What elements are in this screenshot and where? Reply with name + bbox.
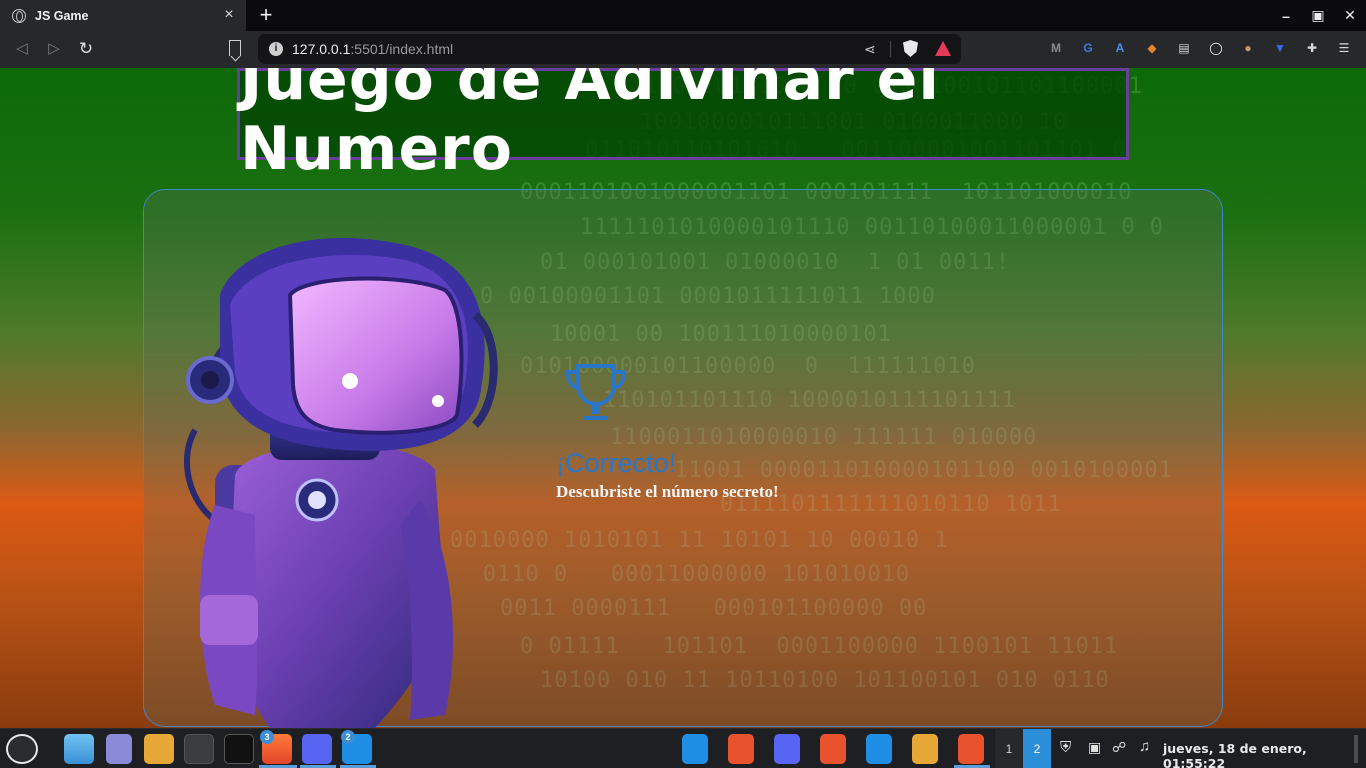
site-info-icon[interactable]: i (269, 42, 283, 56)
bookmark-icon[interactable] (229, 40, 241, 56)
result-panel: ¡Correcto! Descubriste el número secreto… (556, 360, 976, 510)
clipboard-tray-icon[interactable]: ▣ (1088, 739, 1101, 756)
profile-icon[interactable]: ◯ (1205, 37, 1227, 59)
shield-tray-icon[interactable]: ⛨ (1060, 739, 1071, 756)
discord-window[interactable] (774, 734, 800, 764)
system-taskbar: 3 2 1 2 ⛨ ▣ ☍ ♫ jueves, 18 de enero, 01:… (0, 728, 1366, 768)
url-text[interactable]: 127.0.0.1:5501/index.html (292, 41, 453, 57)
astronaut-illustration (184, 238, 498, 728)
calculator-icon[interactable] (184, 734, 214, 764)
sound-tray-icon[interactable]: ♫ (1139, 738, 1150, 755)
text-editor-icon[interactable] (106, 734, 132, 764)
window-controls: – ▣ ✕ (1270, 0, 1366, 31)
translate-icon[interactable]: G (1077, 37, 1099, 59)
discord-taskbar-icon[interactable] (302, 734, 332, 764)
close-window-button[interactable]: ✕ (1334, 7, 1366, 24)
globe-icon (12, 8, 26, 23)
metamask-m-icon[interactable]: M (1045, 37, 1067, 59)
minimize-button[interactable]: – (1270, 8, 1302, 24)
result-title: ¡Correcto! (556, 448, 677, 478)
reader-icon[interactable]: ▤ (1173, 37, 1195, 59)
clock[interactable]: jueves, 18 de enero, 01:55:22 (1163, 741, 1366, 768)
address-separator (890, 41, 891, 57)
brave-rewards-icon[interactable] (935, 41, 951, 56)
bitwarden-icon[interactable]: ▼ (1269, 37, 1291, 59)
browser-tab-active[interactable]: JS Game × (0, 0, 246, 31)
forward-button[interactable]: ▷ (44, 39, 64, 59)
reload-button[interactable]: ↻ (76, 39, 96, 59)
puzzle-icon[interactable]: ✚ (1301, 37, 1323, 59)
page-title-box: Juego de Adivinar el Numero (237, 68, 1129, 184)
workspace-2[interactable]: 2 (1023, 729, 1051, 768)
brave-window-1[interactable] (728, 734, 754, 764)
url-path: :5501/index.html (350, 41, 454, 57)
terminal-icon[interactable] (224, 734, 254, 764)
share-icon[interactable]: ⋖ (864, 41, 876, 58)
address-bar[interactable]: i 127.0.0.1:5501/index.html ⋖ (258, 34, 961, 64)
files-window[interactable] (912, 734, 938, 764)
mint-menu-icon[interactable] (6, 734, 38, 764)
vscode-badge: 2 (341, 730, 355, 744)
file-manager-icon[interactable] (144, 734, 174, 764)
vscode-window-1[interactable] (682, 734, 708, 764)
show-desktop-icon[interactable] (64, 734, 94, 764)
brave-badge: 3 (260, 730, 274, 744)
translate-alt-icon[interactable]: A (1109, 37, 1131, 59)
back-button[interactable]: ◁ (12, 39, 32, 59)
result-subtitle: Descubriste el número secreto! (556, 482, 779, 501)
new-tab-button[interactable]: + (256, 4, 276, 26)
fox-icon[interactable]: ◆ (1141, 37, 1163, 59)
workspace-1[interactable]: 1 (995, 729, 1023, 768)
page-title: Juego de Adivinar el Numero (240, 68, 940, 184)
url-host: 127.0.0.1 (292, 41, 351, 57)
show-desktop-edge[interactable] (1354, 735, 1358, 763)
tab-title: JS Game (35, 8, 89, 23)
owl-icon[interactable]: ● (1237, 37, 1259, 59)
brave-window-2[interactable] (820, 734, 846, 764)
navigation-toolbar: ◁ ▷ ↻ i 127.0.0.1:5501/index.html ⋖ M G A ◆… (0, 31, 1366, 68)
menu-icon[interactable]: ☰ (1333, 37, 1355, 59)
trophy-icon (565, 364, 627, 420)
tab-close-button[interactable]: × (220, 6, 238, 24)
brave-shields-icon[interactable] (903, 40, 918, 57)
maximize-button[interactable]: ▣ (1302, 7, 1334, 24)
tab-strip: JS Game × + – ▣ ✕ (0, 0, 1366, 31)
brave-window-3[interactable] (958, 734, 984, 764)
vscode-window-2[interactable] (866, 734, 892, 764)
network-tray-icon[interactable]: ☍ (1112, 739, 1126, 756)
